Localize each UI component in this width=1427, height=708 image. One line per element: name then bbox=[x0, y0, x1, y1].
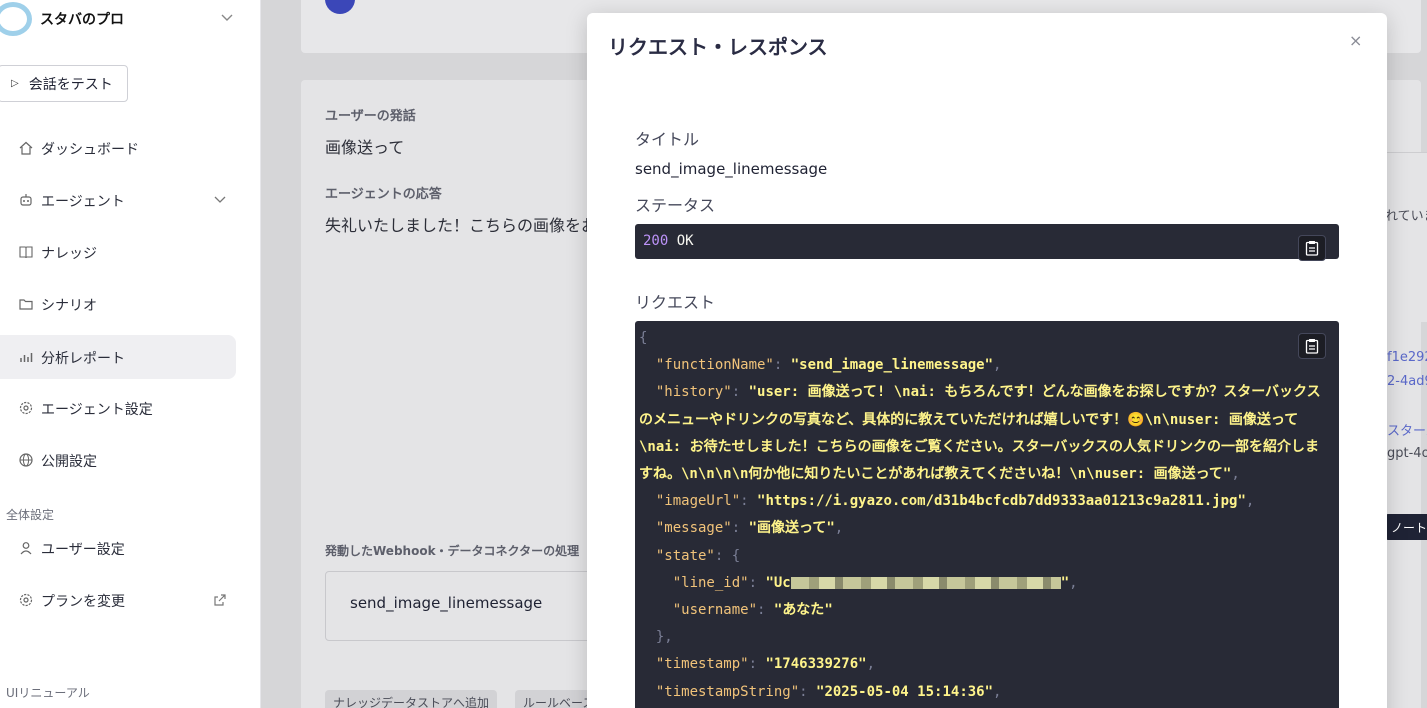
brand-name: スタバのプロ bbox=[40, 12, 124, 28]
close-icon[interactable]: × bbox=[1349, 31, 1362, 50]
sidebar-item-label: プランを変更 bbox=[41, 594, 125, 610]
username-value: あなた bbox=[782, 602, 825, 619]
code-line: "timestamp": "1746339276", bbox=[655, 656, 876, 673]
redacted-block bbox=[790, 576, 1061, 589]
sidebar-item-label: ダッシュボード bbox=[41, 142, 139, 158]
status-code: 200 bbox=[643, 233, 669, 249]
workspace-switcher[interactable]: スタバのプロ bbox=[0, 0, 261, 38]
chevron-down-icon bbox=[221, 14, 233, 21]
user-utterance-text: 画像送って bbox=[325, 138, 405, 157]
robot-icon bbox=[20, 194, 32, 206]
sidebar-item-user-settings[interactable]: ユーザー設定 bbox=[0, 526, 236, 570]
copy-request-button[interactable] bbox=[1298, 333, 1326, 359]
folder-icon bbox=[19, 299, 33, 310]
code-line: { bbox=[639, 330, 648, 346]
sidebar-item-label: エージェント bbox=[41, 194, 125, 210]
code-line: "state": { bbox=[655, 547, 741, 564]
status-text: OK bbox=[676, 233, 694, 249]
test-conversation-button[interactable]: ▷ 会話をテスト bbox=[0, 65, 128, 102]
right-link[interactable]: スターバ bbox=[1387, 420, 1427, 439]
user-utterance-label: ユーザーの発話 bbox=[325, 109, 416, 124]
home-icon bbox=[19, 141, 33, 155]
external-link-icon bbox=[214, 594, 226, 606]
sidebar-item-label: ナレッジ bbox=[41, 246, 97, 262]
timestamp-value: 1746339276 bbox=[773, 656, 859, 673]
section-label-global-settings: 全体設定 bbox=[6, 508, 55, 522]
right-link[interactable]: f1e292 bbox=[1387, 350, 1427, 365]
sidebar-item-label: シナリオ bbox=[41, 298, 97, 314]
request-label: リクエスト bbox=[635, 293, 716, 312]
sidebar: スタバのプロ ▷ 会話をテスト ダッシュボード エージェント ナレッジ シナリオ… bbox=[0, 0, 261, 708]
right-snippet: れていま bbox=[1385, 209, 1427, 224]
right-link[interactable]: 2-4ad9 bbox=[1387, 374, 1427, 389]
sidebar-item-agent[interactable]: エージェント bbox=[0, 178, 236, 222]
title-value: send_image_linemessage bbox=[635, 160, 828, 178]
play-icon: ▷ bbox=[11, 78, 19, 89]
code-line: "timestampString": "2025-05-04 15:14:36"… bbox=[655, 683, 1002, 700]
sidebar-item-analytics[interactable]: 分析レポート bbox=[0, 335, 236, 379]
gear-icon bbox=[19, 401, 33, 415]
gear-icon bbox=[19, 593, 33, 607]
sidebar-item-label: エージェント設定 bbox=[41, 402, 153, 418]
book-icon bbox=[19, 246, 33, 259]
modal-title: リクエスト・レスポンス bbox=[608, 35, 828, 59]
globe-icon bbox=[19, 453, 33, 467]
copy-status-button[interactable] bbox=[1298, 235, 1326, 261]
sidebar-item-dashboard[interactable]: ダッシュボード bbox=[0, 126, 236, 170]
ui-renewal-label: UIリニューアル bbox=[6, 686, 90, 700]
webhook-name: send_image_linemessage bbox=[350, 594, 543, 612]
sidebar-item-label: 公開設定 bbox=[41, 454, 97, 470]
clipboard-icon bbox=[1305, 241, 1319, 256]
webhook-label: 発動したWebhook・データコネクターの処理 bbox=[325, 544, 580, 558]
agent-response-label: エージェントの応答 bbox=[325, 187, 442, 202]
brand-logo bbox=[0, 2, 32, 36]
message-value: 画像送って bbox=[757, 520, 827, 537]
chevron-down-icon bbox=[214, 196, 226, 203]
status-code-block: 200 OK bbox=[635, 224, 1339, 261]
code-line: "line_id": "Uc ", bbox=[672, 574, 1078, 591]
timestamp-string-value: 2025-05-04 15:14:36 bbox=[824, 683, 985, 700]
code-line: "functionName": "send_image_linemessage"… bbox=[655, 357, 1002, 374]
sidebar-item-scenario[interactable]: シナリオ bbox=[0, 282, 236, 326]
sidebar-item-agent-settings[interactable]: エージェント設定 bbox=[0, 386, 236, 430]
request-code-block: { "functionName": "send_image_linemessag… bbox=[635, 321, 1339, 708]
chip-add-knowledge[interactable]: ナレッジデータストアへ追加 bbox=[325, 690, 498, 708]
sidebar-item-knowledge[interactable]: ナレッジ bbox=[0, 230, 236, 274]
request-response-modal: リクエスト・レスポンス × タイトル send_image_linemessag… bbox=[587, 13, 1387, 708]
sidebar-item-label: 分析レポート bbox=[41, 351, 125, 367]
title-label: タイトル bbox=[635, 130, 700, 149]
chart-icon bbox=[20, 353, 33, 362]
status-label: ステータス bbox=[635, 196, 716, 215]
note-button[interactable]: ノートを bbox=[1385, 514, 1427, 540]
code-line: }, bbox=[655, 629, 673, 646]
sidebar-item-change-plan[interactable]: プランを変更 bbox=[0, 578, 236, 622]
line-id-value: Uc bbox=[773, 574, 791, 591]
code-line: "message": "画像送って", bbox=[655, 520, 844, 537]
clipboard-icon bbox=[1305, 339, 1319, 354]
agent-response-text: 失礼いたしました！こちらの画像をお bbox=[325, 216, 598, 235]
code-line: "imageUrl": "https://i.gyazo.com/d31b4bc… bbox=[655, 493, 1255, 510]
right-snippet: gpt-4o bbox=[1387, 446, 1427, 461]
code-line: "username": "あなた" bbox=[672, 602, 833, 619]
code-line: "history": "user: 画像送って! \nai: もちろんです！どん… bbox=[639, 384, 1321, 483]
sidebar-item-publish-settings[interactable]: 公開設定 bbox=[0, 438, 236, 482]
webhook-item[interactable]: send_image_linemessage bbox=[325, 571, 625, 641]
user-icon bbox=[20, 542, 32, 555]
sidebar-item-label: ユーザー設定 bbox=[41, 542, 125, 558]
image-url-value: https://i.gyazo.com/d31b4bcfcdb7dd9333aa… bbox=[765, 493, 1238, 510]
function-name-value: send_image_linemessage bbox=[799, 357, 985, 374]
test-conversation-label: 会話をテスト bbox=[28, 76, 113, 93]
